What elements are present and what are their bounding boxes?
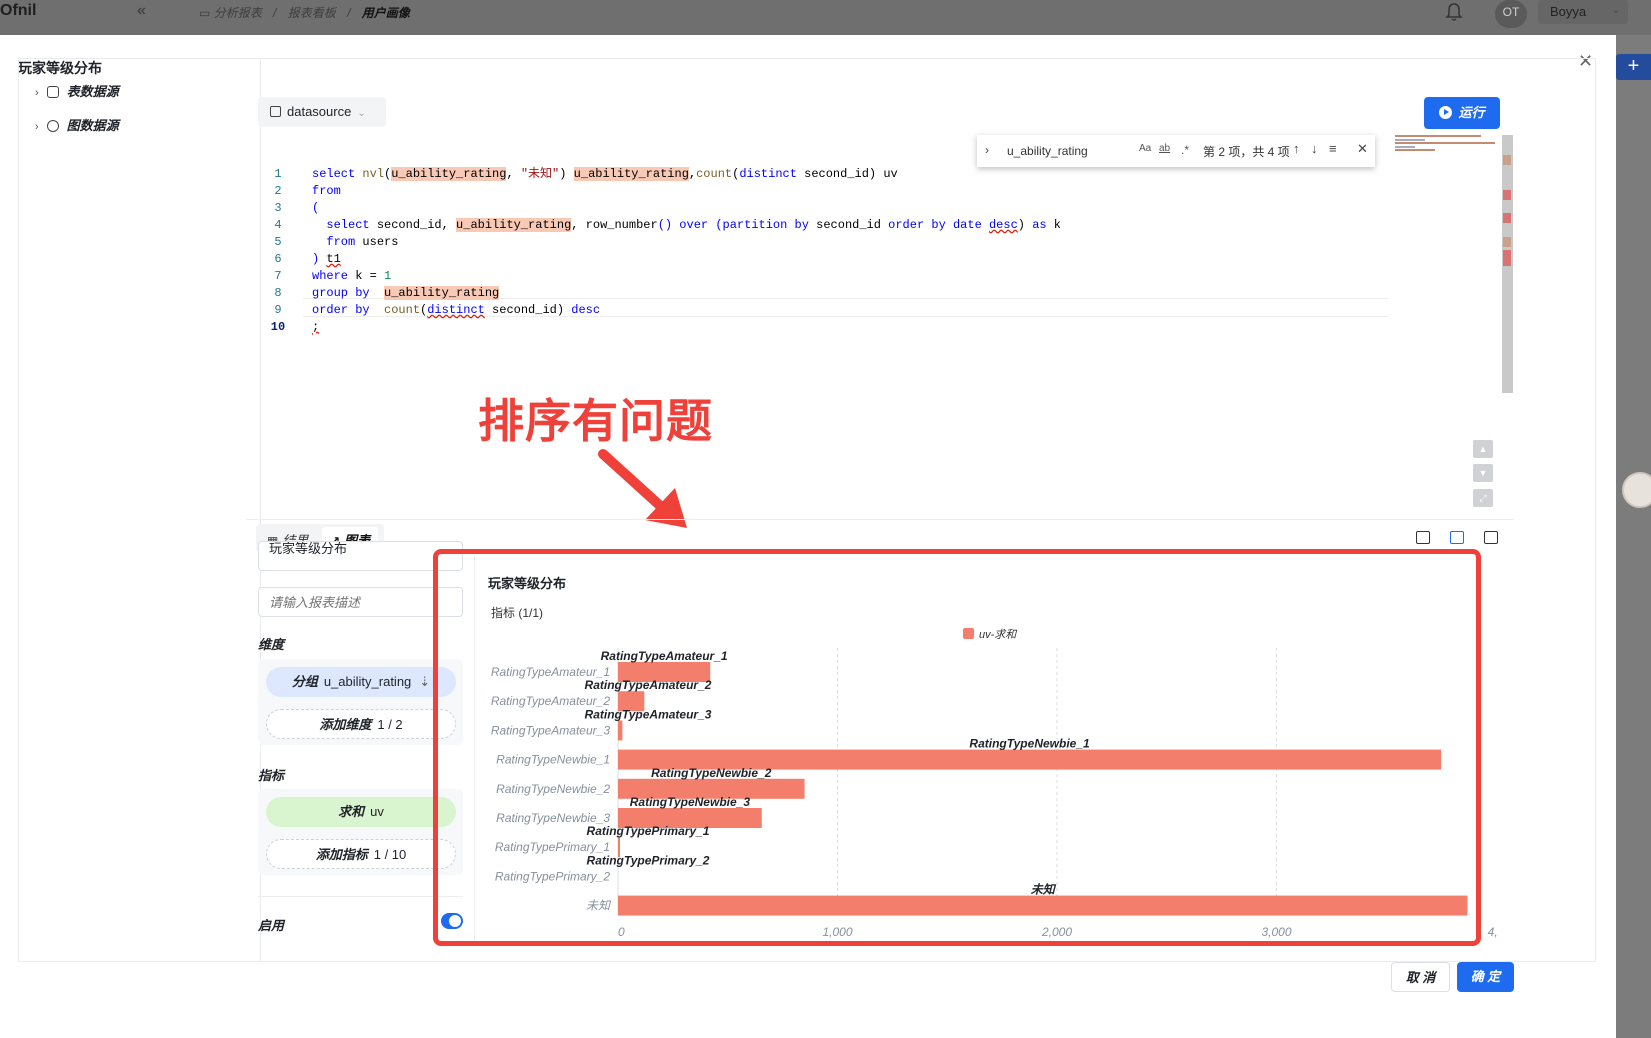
metric-label: 指标 xyxy=(258,768,285,783)
cancel-button[interactable]: 取 消 xyxy=(1391,962,1450,992)
breadcrumb-separator: / xyxy=(273,6,277,20)
line-number: 6 xyxy=(274,252,282,266)
line-number: 3 xyxy=(274,201,282,215)
collapse-sidebar-icon[interactable]: « xyxy=(137,2,146,20)
close-find-icon[interactable]: ✕ xyxy=(1357,141,1368,157)
code-text: ; xyxy=(312,320,320,334)
line-number: 9 xyxy=(274,303,282,317)
regex-toggle[interactable]: .* xyxy=(1181,143,1189,157)
table-icon xyxy=(46,86,59,98)
confirm-button[interactable]: 确 定 xyxy=(1457,962,1514,992)
assistant-avatar-icon[interactable] xyxy=(1622,472,1651,508)
datasource-select[interactable]: datasource ⌄ xyxy=(258,97,386,127)
code-line: 9 order by count(distinct second_id) desc xyxy=(266,302,1466,319)
find-input[interactable] xyxy=(1001,139,1181,163)
code-text: from users xyxy=(326,235,399,249)
notification-bell-icon[interactable] xyxy=(1444,2,1464,22)
breadcrumb-item[interactable]: 分析报表 xyxy=(214,6,262,20)
user-name: Boyya xyxy=(1550,4,1587,19)
line-number: 7 xyxy=(274,269,282,283)
sql-editor[interactable]: 1 select nvl(u_ability_rating, "未知") u_ab… xyxy=(266,166,1466,426)
match-case-toggle[interactable]: Aa xyxy=(1139,143,1151,154)
datasource-tree: › 表数据源 › 图数据源 xyxy=(19,59,261,961)
match-count: 第 2 项，共 4 项 xyxy=(1203,145,1290,159)
scroll-down-icon[interactable]: ▼ xyxy=(1473,464,1493,482)
line-number: 2 xyxy=(274,184,282,198)
scrollbar-match-marker xyxy=(1503,213,1511,223)
tree-item-graph-source[interactable]: › 图数据源 xyxy=(35,115,119,134)
breadcrumb-item[interactable]: 报表看板 xyxy=(288,6,336,20)
app-logo: Ofnil xyxy=(0,2,37,19)
code-text: group by u_ability_rating xyxy=(312,286,500,300)
next-match-icon[interactable]: ↓ xyxy=(1311,141,1318,156)
previous-match-icon[interactable]: ↑ xyxy=(1293,141,1300,156)
line-number: 1 xyxy=(274,167,282,181)
breadcrumb: ▭ 分析报表 / 报表看板 / 用户画像 xyxy=(199,4,410,21)
line-number: 8 xyxy=(274,286,282,300)
code-text: select nvl(u_ability_rating, "未知") u_abi… xyxy=(312,167,898,181)
code-text: where k = 1 xyxy=(312,269,392,283)
panel-divider[interactable] xyxy=(246,519,1514,520)
code-line: 10; xyxy=(266,319,1466,336)
scroll-up-icon[interactable]: ▲ xyxy=(1473,440,1493,458)
user-menu[interactable]: Boyya ⌄ xyxy=(1538,0,1628,24)
annotation-highlight-box xyxy=(433,549,1481,946)
code-line: 5 from users xyxy=(266,234,1466,251)
top-bar: Ofnil « ▭ 分析报表 / 报表看板 / 用户画像 OT Boyya ⌄ xyxy=(0,0,1651,35)
annotation-text: 排序有问题 xyxy=(478,395,713,447)
user-avatar[interactable]: OT xyxy=(1495,0,1527,28)
add-metric-button[interactable]: 添加指标 1 / 10 xyxy=(266,839,456,869)
chevron-right-icon: › xyxy=(35,121,39,133)
code-line: 4 select second_id, u_ability_rating, ro… xyxy=(266,217,1466,234)
breadcrumb-icon: ▭ xyxy=(199,6,211,20)
chevron-down-icon: ⌄ xyxy=(357,108,366,119)
breadcrumb-current: 用户画像 xyxy=(361,6,410,20)
run-button[interactable]: 运行 xyxy=(1424,97,1500,129)
layout-split-icon[interactable] xyxy=(1450,531,1464,544)
sort-icon[interactable]: ⇣ xyxy=(419,674,430,689)
layout-bottom-icon[interactable] xyxy=(1416,531,1430,544)
code-line: 7 where k = 1 xyxy=(266,268,1466,285)
chevron-right-icon[interactable]: › xyxy=(985,143,989,157)
scrollbar-match-marker xyxy=(1503,237,1511,247)
code-line: 8 group by u_ability_rating xyxy=(266,285,1466,302)
code-line: 2 from xyxy=(266,183,1466,200)
code-line: 6 ) t1 xyxy=(266,251,1466,268)
scrollbar-match-marker xyxy=(1503,190,1511,200)
find-in-selection-icon[interactable]: ≡ xyxy=(1329,141,1337,156)
graph-icon xyxy=(46,120,59,132)
code-line: 1 select nvl(u_ability_rating, "未知") u_ab… xyxy=(266,166,1466,183)
whole-word-toggle[interactable]: ab xyxy=(1159,143,1170,154)
scrollbar-match-marker xyxy=(1503,155,1511,165)
chevron-right-icon: › xyxy=(35,87,39,99)
line-number: 4 xyxy=(274,218,282,232)
enable-label: 启用 xyxy=(258,918,285,933)
line-number: 10 xyxy=(270,320,286,334)
code-text: from xyxy=(312,184,341,198)
breadcrumb-separator: / xyxy=(347,6,351,20)
find-widget: › Aa ab .* 第 2 项，共 4 项 ↑ ↓ ≡ ✕ xyxy=(977,135,1375,167)
dimension-pill[interactable]: 分组 u_ability_rating ⇣ xyxy=(266,667,456,697)
metric-pill[interactable]: 求和 uv xyxy=(266,797,456,827)
code-line: 3( xyxy=(266,200,1466,217)
play-icon xyxy=(1439,106,1453,119)
code-text: order by count(distinct second_id) desc xyxy=(312,303,601,317)
add-button[interactable]: + xyxy=(1616,54,1651,80)
code-text: select second_id, u_ability_rating, row_… xyxy=(326,218,1062,232)
editor-minimap[interactable] xyxy=(1395,135,1501,153)
database-icon xyxy=(270,106,281,117)
annotation-arrow-icon xyxy=(598,449,687,528)
tree-item-table-source[interactable]: › 表数据源 xyxy=(35,81,119,100)
add-dimension-button[interactable]: 添加维度 1 / 2 xyxy=(266,709,456,739)
chevron-down-icon: ⌄ xyxy=(1611,5,1620,16)
scrollbar-match-marker xyxy=(1503,250,1511,266)
x-tick-label: 4,0 xyxy=(1488,925,1498,939)
layout-top-icon[interactable] xyxy=(1484,531,1498,544)
code-text: ) t1 xyxy=(312,252,341,266)
line-number: 5 xyxy=(274,235,282,249)
code-text: ( xyxy=(312,201,320,215)
fullscreen-icon[interactable]: ⤢ xyxy=(1473,489,1493,507)
dimension-label: 维度 xyxy=(258,637,285,652)
